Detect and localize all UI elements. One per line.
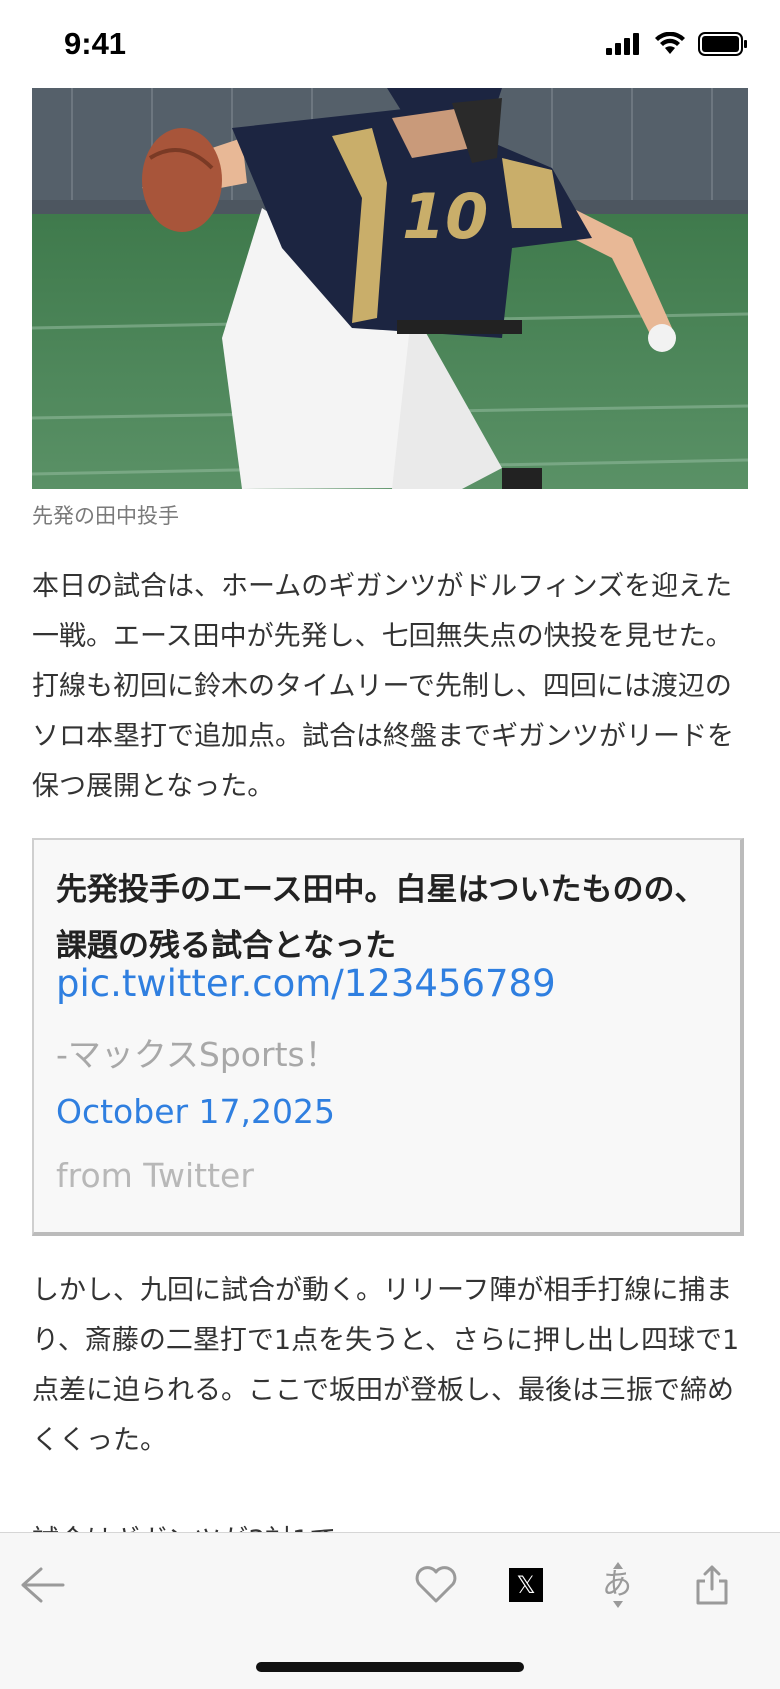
tweet-source: from Twitter bbox=[56, 1156, 254, 1195]
x-logo-icon: 𝕏 bbox=[509, 1568, 543, 1602]
status-icons bbox=[606, 32, 748, 56]
status-bar: 9:41 bbox=[0, 0, 780, 90]
font-size-glyph: あ bbox=[602, 1567, 632, 1602]
tweet-link[interactable]: pic.twitter.com/123456789 bbox=[56, 962, 556, 1005]
share-button[interactable] bbox=[682, 1555, 742, 1615]
home-indicator[interactable] bbox=[256, 1662, 524, 1672]
heart-icon bbox=[415, 1566, 457, 1603]
tweet-date[interactable]: October 17,2025 bbox=[56, 1092, 335, 1131]
back-arrow-icon bbox=[21, 1567, 65, 1603]
battery-icon bbox=[698, 32, 747, 56]
embedded-tweet[interactable]: 先発投手のエース田中。白星はついたものの、課題の残る試合となった pic.twi… bbox=[32, 838, 744, 1236]
share-x-button[interactable]: 𝕏 bbox=[496, 1555, 556, 1615]
font-size-icon: あ bbox=[598, 1560, 638, 1610]
like-button[interactable] bbox=[406, 1555, 466, 1615]
svg-text:10: 10 bbox=[402, 180, 488, 253]
article-paragraph: しかし、九回に試合が動く。リリーフ陣が相手打線に捕まり、斎藤の二塁打で1点を失う… bbox=[32, 1275, 740, 1456]
status-time: 9:41 bbox=[64, 26, 127, 61]
cellular-signal-icon bbox=[606, 33, 639, 55]
font-size-button[interactable]: あ bbox=[588, 1555, 648, 1615]
pitcher-photo-illustration: 10 bbox=[32, 88, 748, 489]
share-icon bbox=[696, 1565, 728, 1605]
back-button[interactable] bbox=[12, 1555, 72, 1615]
x-logo-glyph: 𝕏 bbox=[516, 1571, 536, 1599]
article-photo: 10 bbox=[32, 88, 748, 489]
tweet-author: -マックスSports！ bbox=[56, 1035, 338, 1074]
tweet-text: 先発投手のエース田中。白星はついたものの、課題の残る試合となった bbox=[56, 872, 706, 964]
photo-caption: 先発の田中投手 bbox=[32, 504, 179, 528]
wifi-icon bbox=[655, 32, 685, 54]
article-paragraph: 本日の試合は、ホームのギガンツがドルフィンズを迎えた一戦。エース田中が先発し、七… bbox=[32, 571, 734, 802]
